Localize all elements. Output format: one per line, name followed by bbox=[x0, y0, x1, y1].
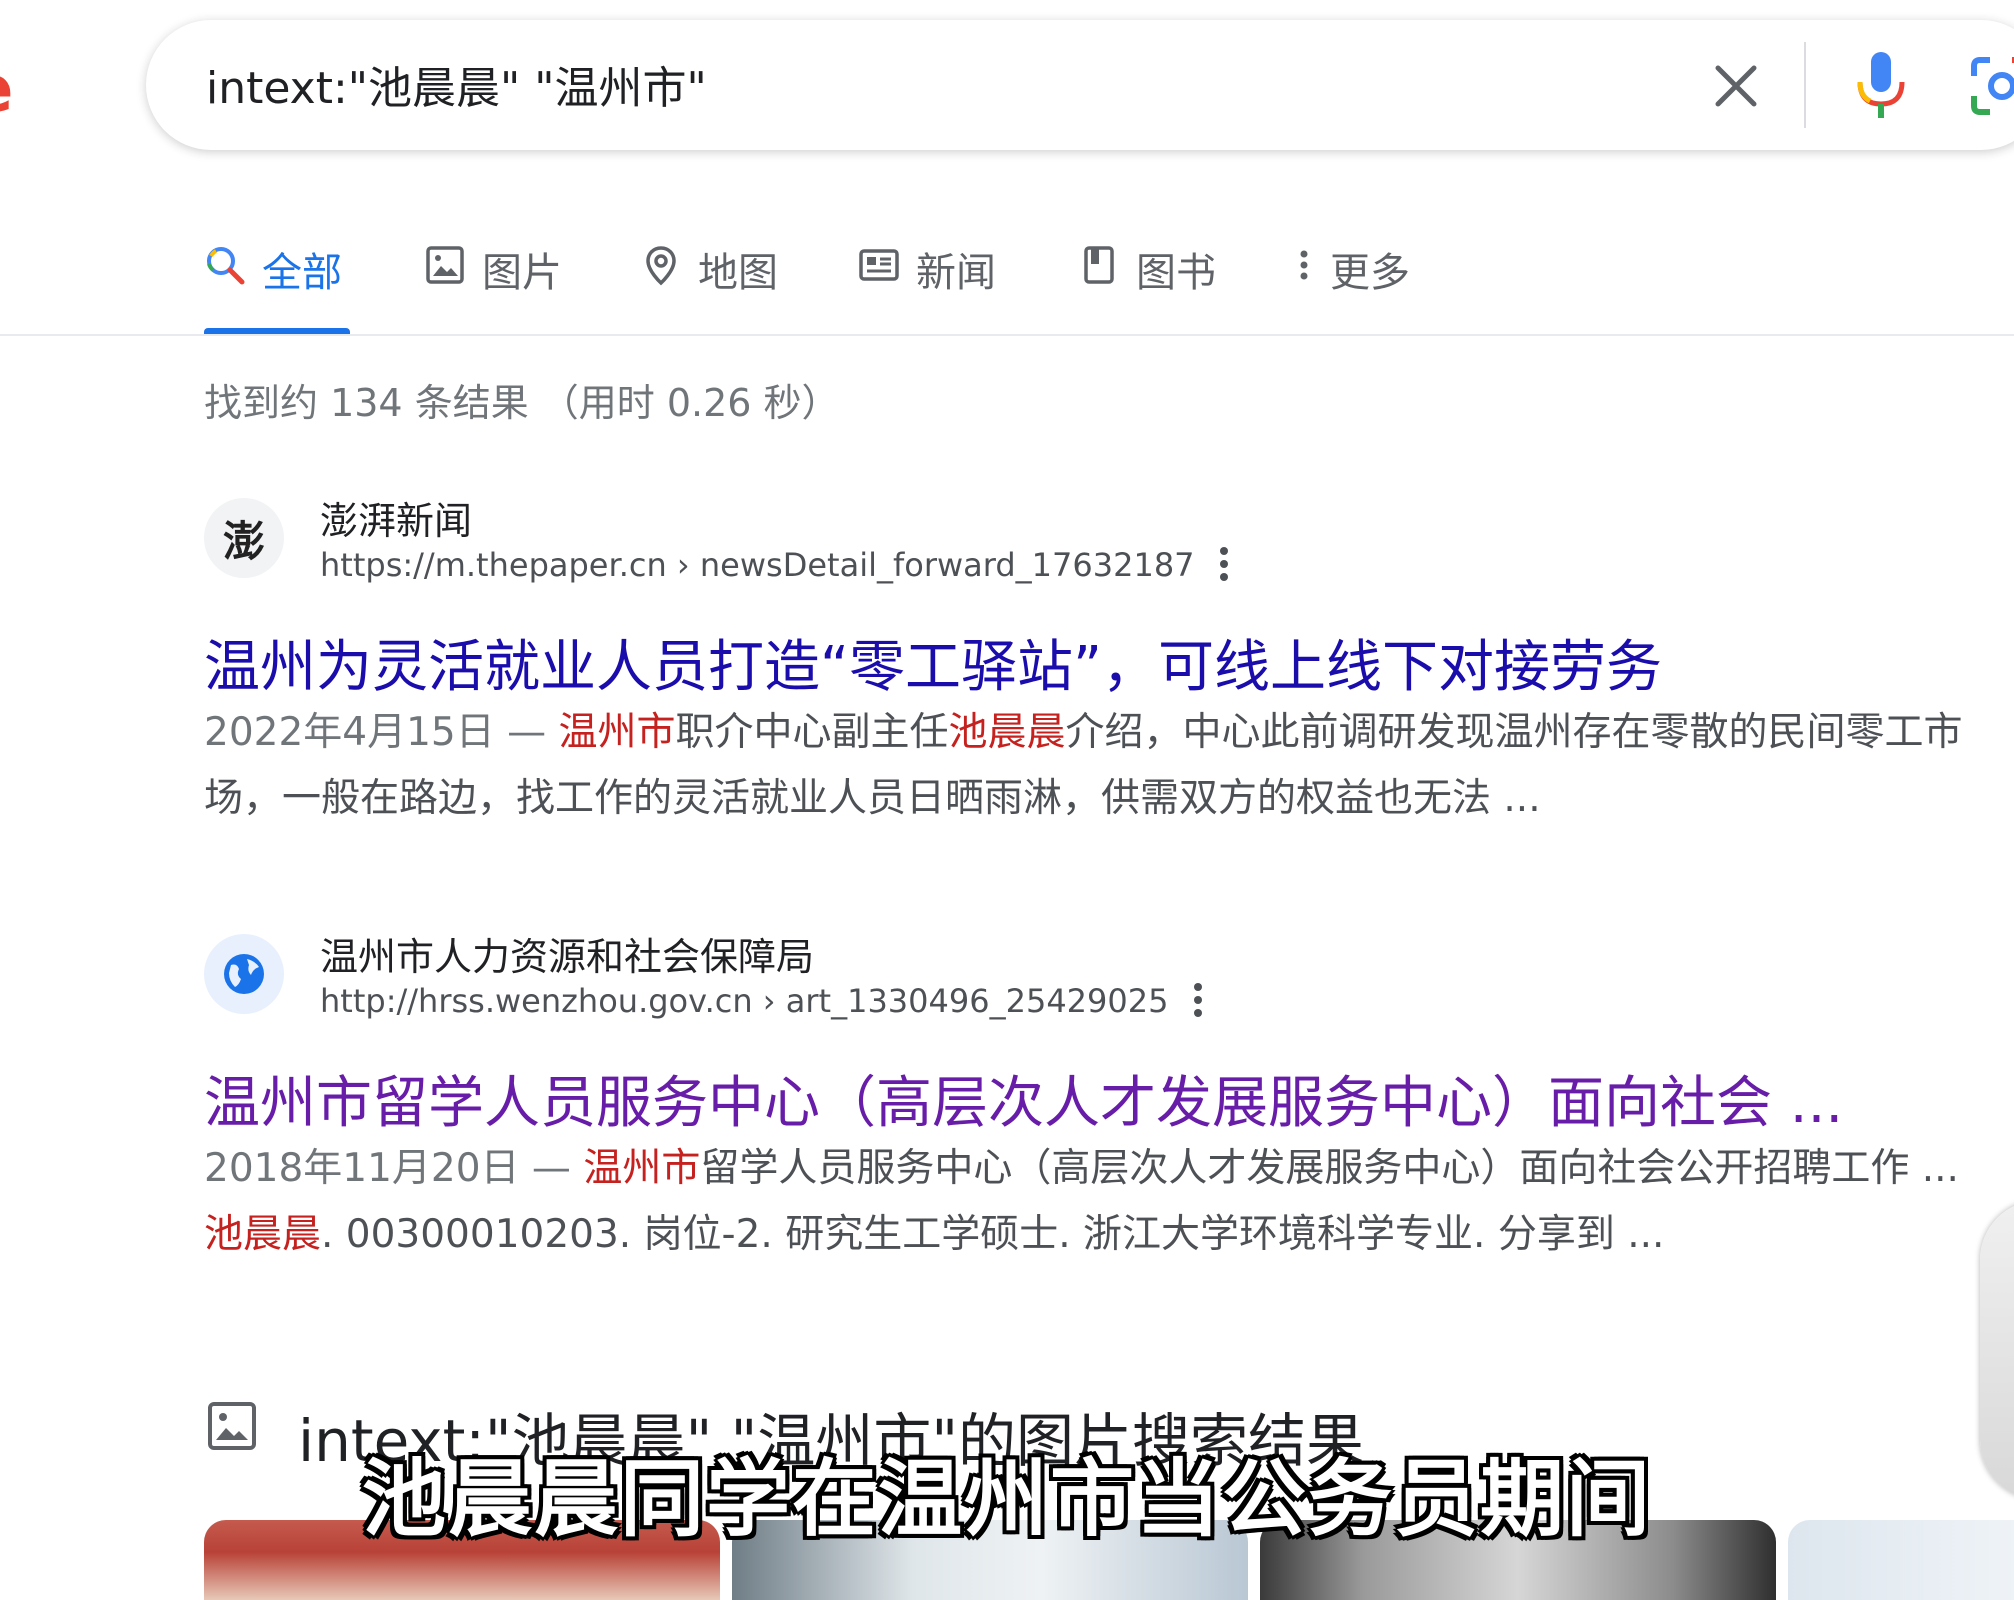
clear-icon[interactable] bbox=[1706, 56, 1766, 116]
tab-maps[interactable]: 地图 bbox=[640, 240, 778, 336]
search-bar: intext:"池晨晨" "温州市" bbox=[146, 20, 2014, 150]
more-vert-icon bbox=[1300, 250, 1308, 280]
site-name[interactable]: 澎湃新闻 bbox=[320, 490, 472, 545]
tab-label: 地图 bbox=[698, 250, 778, 296]
result-snippet: 2018年11月20日 — 温州市留学人员服务中心（高层次人才发展服务中心）面向… bbox=[204, 1136, 1984, 1268]
site-url[interactable]: http://hrss.wenzhou.gov.cn › art_1330496… bbox=[320, 982, 1168, 1020]
tab-all[interactable]: 全部 bbox=[204, 240, 350, 336]
snippet-highlight: 池晨晨 bbox=[204, 1212, 322, 1257]
book-icon bbox=[1084, 246, 1114, 284]
map-pin-icon bbox=[646, 246, 676, 286]
tab-more[interactable]: 更多 bbox=[1294, 240, 1410, 336]
search-divider bbox=[1804, 42, 1806, 128]
tab-books[interactable]: 图书 bbox=[1078, 240, 1216, 336]
snippet-text: 留学人员服务中心（高层次人才发展服务中心）面向社会公开招聘工作 ... bbox=[700, 1146, 1959, 1191]
snippet-date: 2022年4月15日 — bbox=[204, 710, 559, 755]
tab-label: 图书 bbox=[1136, 250, 1216, 296]
tabs-divider bbox=[0, 334, 2014, 336]
snippet-highlight: 池晨晨 bbox=[948, 710, 1066, 755]
snippet-highlight: 温州市 bbox=[558, 710, 676, 755]
globe-icon[interactable] bbox=[204, 934, 284, 1014]
video-subtitle: 池晨晨同学在温州市当公务员期间 bbox=[361, 1450, 1652, 1548]
tab-label: 新闻 bbox=[916, 250, 996, 296]
site-favicon[interactable]: 澎 bbox=[204, 498, 284, 578]
tab-label: 图片 bbox=[482, 250, 562, 296]
news-icon bbox=[859, 249, 899, 281]
more-options-icon[interactable] bbox=[1186, 980, 1210, 1024]
result-title-link[interactable]: 温州为灵活就业人员打造“零工驿站”，可线上线下对接劳务 bbox=[204, 622, 1662, 703]
site-name[interactable]: 温州市人力资源和社会保障局 bbox=[320, 926, 814, 981]
search-tabs: 全部 图片 地图 新闻 图书 更多 bbox=[204, 240, 1604, 336]
tab-label: 更多 bbox=[1330, 250, 1410, 296]
tab-images[interactable]: 图片 bbox=[424, 240, 562, 336]
google-logo-fragment[interactable]: e bbox=[0, 60, 14, 120]
tab-news[interactable]: 新闻 bbox=[858, 240, 996, 336]
snippet-date: 2018年11月20日 — bbox=[204, 1146, 584, 1191]
tab-label: 全部 bbox=[262, 250, 342, 296]
more-options-icon[interactable] bbox=[1212, 544, 1236, 588]
result-title-link[interactable]: 温州市留学人员服务中心（高层次人才发展服务中心）面向社会 ... bbox=[204, 1058, 1843, 1139]
snippet-text: 职介中心副主任 bbox=[675, 710, 949, 755]
site-url[interactable]: https://m.thepaper.cn › newsDetail_forwa… bbox=[320, 546, 1195, 584]
search-icon bbox=[207, 247, 245, 285]
microphone-icon[interactable] bbox=[1846, 48, 1916, 124]
search-input[interactable]: intext:"池晨晨" "温州市" bbox=[206, 52, 707, 116]
image-icon bbox=[426, 246, 464, 284]
favicon-text: 澎 bbox=[222, 516, 265, 566]
result-snippet: 2022年4月15日 — 温州市职介中心副主任池晨晨介绍，中心此前调研发现温州存… bbox=[204, 700, 1984, 832]
result-stats: 找到约 134 条结果 （用时 0.26 秒） bbox=[204, 381, 840, 425]
snippet-highlight: 温州市 bbox=[583, 1146, 701, 1191]
lens-icon[interactable] bbox=[1966, 56, 2014, 116]
snippet-text: . 00300010203. 岗位-2. 研究生工学硕士. 浙江大学环境科学专业… bbox=[321, 1212, 1665, 1257]
